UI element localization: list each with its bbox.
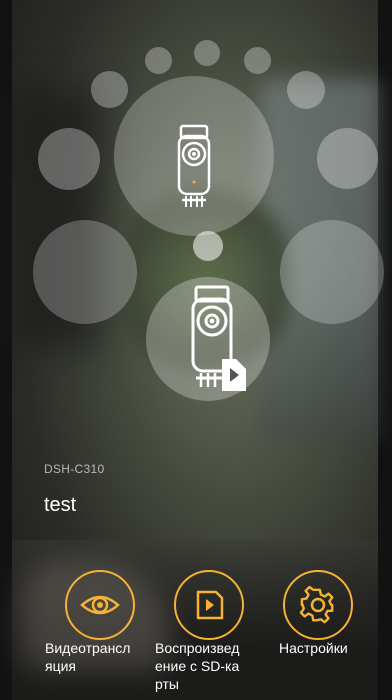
sd-playback-button[interactable] (174, 570, 244, 640)
settings-label: Настройки (279, 640, 348, 656)
live-view-button[interactable] (65, 570, 135, 640)
camera-sd-playback-icon (191, 285, 246, 391)
eye-icon (80, 595, 120, 615)
carousel-dot[interactable] (287, 71, 325, 109)
gear-icon (299, 586, 334, 624)
carousel-dot[interactable] (244, 47, 271, 74)
sd-playback-camera-button[interactable] (146, 277, 270, 401)
settings-button[interactable] (283, 570, 353, 640)
carousel-dot[interactable] (317, 128, 378, 189)
device-screen: DSH-C310 test Видеотрансляция Воспроизве… (0, 0, 392, 700)
carousel-dot[interactable] (33, 220, 137, 324)
carousel-dot[interactable] (145, 47, 172, 74)
sd-playback-label: Воспроизведение с SD-карты (155, 640, 240, 692)
live-view-label: Видеотрансляция (45, 640, 131, 674)
carousel-dot[interactable] (280, 220, 384, 324)
main-camera-button[interactable] (114, 76, 274, 236)
carousel-dot[interactable] (38, 128, 100, 190)
device-name: test (44, 494, 77, 516)
device-model: DSH-C310 (44, 462, 105, 476)
carousel-dot[interactable] (91, 71, 128, 108)
camera-icon (177, 124, 211, 207)
sd-card-play-icon (196, 590, 224, 620)
carousel-dot[interactable] (194, 40, 220, 66)
